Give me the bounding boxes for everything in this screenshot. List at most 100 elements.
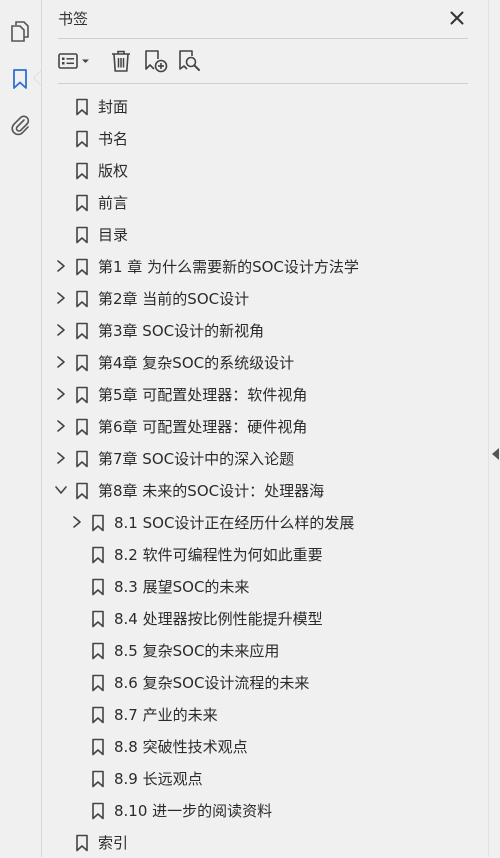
bookmark-label: 版权 bbox=[98, 162, 129, 180]
bookmark-icon bbox=[91, 802, 105, 820]
attachment-icon[interactable] bbox=[7, 111, 33, 137]
bookmark-label: 8.10 进一步的阅读资料 bbox=[114, 802, 273, 820]
bookmark-item[interactable]: 8.4 处理器按比例性能提升模型 bbox=[42, 602, 488, 634]
bookmark-icon[interactable] bbox=[7, 66, 33, 92]
bookmark-item[interactable]: 8.1 SOC设计正在经历什么样的发展 bbox=[42, 506, 488, 538]
bookmark-label: 书名 bbox=[98, 130, 129, 148]
find-bookmark-button[interactable] bbox=[176, 46, 204, 76]
bookmark-item[interactable]: 索引 bbox=[42, 826, 488, 858]
bookmark-icon bbox=[75, 258, 89, 276]
bookmark-item[interactable]: 第1 章 为什么需要新的SOC设计方法学 bbox=[42, 250, 488, 282]
bookmark-label: 第5章 可配置处理器：软件视角 bbox=[98, 386, 308, 404]
new-bookmark-button[interactable] bbox=[142, 46, 170, 76]
chevron-right-icon[interactable] bbox=[54, 419, 68, 433]
bookmark-icon bbox=[75, 162, 89, 180]
active-panel-pointer bbox=[33, 70, 41, 86]
bookmark-label: 索引 bbox=[98, 834, 129, 852]
chevron-right-icon[interactable] bbox=[54, 387, 68, 401]
bookmark-icon bbox=[75, 386, 89, 404]
bookmark-label: 第3章 SOC设计的新视角 bbox=[98, 322, 265, 340]
bookmark-item[interactable]: 8.3 展望SOC的未来 bbox=[42, 570, 488, 602]
bookmark-label: 第8章 未来的SOC设计：处理器海 bbox=[98, 482, 325, 500]
bookmark-item[interactable]: 版权 bbox=[42, 154, 488, 186]
delete-bookmark-button[interactable] bbox=[108, 46, 134, 76]
collapse-panel-handle[interactable] bbox=[492, 448, 499, 460]
bookmark-label: 第7章 SOC设计中的深入论题 bbox=[98, 450, 295, 468]
bookmark-icon bbox=[75, 194, 89, 212]
bookmark-item[interactable]: 封面 bbox=[42, 90, 488, 122]
chevron-right-icon[interactable] bbox=[54, 355, 68, 369]
bookmark-label: 前言 bbox=[98, 194, 129, 212]
bookmark-label: 第4章 复杂SOC的系统级设计 bbox=[98, 354, 295, 372]
bookmark-item[interactable]: 第2章 当前的SOC设计 bbox=[42, 282, 488, 314]
bookmark-icon bbox=[75, 226, 89, 244]
bookmark-item[interactable]: 8.8 突破性技术观点 bbox=[42, 730, 488, 762]
chevron-right-icon[interactable] bbox=[70, 515, 84, 529]
bookmark-icon bbox=[75, 354, 89, 372]
bookmark-label: 8.4 处理器按比例性能提升模型 bbox=[114, 610, 323, 628]
pages-icon[interactable] bbox=[7, 18, 33, 44]
bookmark-icon bbox=[91, 738, 105, 756]
bookmark-icon bbox=[91, 770, 105, 788]
bookmark-icon bbox=[91, 674, 105, 692]
close-icon bbox=[450, 11, 464, 25]
bookmark-icon bbox=[75, 290, 89, 308]
bookmark-tree: 封面书名版权前言目录第1 章 为什么需要新的SOC设计方法学 第2章 当前的SOC… bbox=[42, 90, 488, 858]
panel-header: 书签 bbox=[42, 0, 488, 38]
chevron-right-icon[interactable] bbox=[54, 451, 68, 465]
bookmark-icon bbox=[91, 706, 105, 724]
bookmark-icon bbox=[75, 834, 89, 852]
bookmark-label: 8.6 复杂SOC设计流程的未来 bbox=[114, 674, 310, 692]
bookmark-icon bbox=[91, 642, 105, 660]
bookmark-item[interactable]: 8.5 复杂SOC的未来应用 bbox=[42, 634, 488, 666]
chevron-right-icon[interactable] bbox=[54, 291, 68, 305]
bookmark-icon bbox=[75, 418, 89, 436]
options-menu-icon bbox=[58, 53, 89, 69]
bookmark-item[interactable]: 8.6 复杂SOC设计流程的未来 bbox=[42, 666, 488, 698]
bookmark-label: 封面 bbox=[98, 98, 129, 116]
bookmark-item[interactable]: 目录 bbox=[42, 218, 488, 250]
new-bookmark-icon bbox=[145, 50, 168, 73]
bookmark-item[interactable]: 第8章 未来的SOC设计：处理器海 bbox=[42, 474, 488, 506]
bookmark-icon bbox=[91, 546, 105, 564]
bookmark-icon bbox=[91, 578, 105, 596]
panel-title: 书签 bbox=[58, 10, 89, 28]
bookmark-label: 目录 bbox=[98, 226, 129, 244]
bookmark-icon bbox=[75, 98, 89, 116]
options-menu-button[interactable] bbox=[56, 46, 94, 76]
chevron-right-icon[interactable] bbox=[54, 323, 68, 337]
bookmark-item[interactable]: 8.9 长远观点 bbox=[42, 762, 488, 794]
bookmark-item[interactable]: 第7章 SOC设计中的深入论题 bbox=[42, 442, 488, 474]
bookmark-icon bbox=[91, 610, 105, 628]
bookmark-icon bbox=[75, 482, 89, 500]
bookmark-item[interactable]: 8.2 软件可编程性为何如此重要 bbox=[42, 538, 488, 570]
bookmark-icon bbox=[75, 450, 89, 468]
bookmark-label: 第1 章 为什么需要新的SOC设计方法学 bbox=[98, 258, 359, 276]
navigation-rail bbox=[0, 0, 42, 857]
panel-edge bbox=[488, 0, 500, 857]
bookmark-label: 8.7 产业的未来 bbox=[114, 706, 218, 724]
header-divider bbox=[58, 38, 468, 39]
bookmark-search-icon bbox=[179, 50, 200, 71]
bookmark-label: 第2章 当前的SOC设计 bbox=[98, 290, 250, 308]
close-panel-button[interactable] bbox=[446, 7, 468, 29]
bookmark-label: 8.9 长远观点 bbox=[114, 770, 203, 788]
bookmark-item[interactable]: 8.7 产业的未来 bbox=[42, 698, 488, 730]
bookmark-item[interactable]: 书名 bbox=[42, 122, 488, 154]
delete-icon bbox=[112, 50, 130, 72]
toolbar-divider bbox=[58, 83, 468, 84]
bookmark-item[interactable]: 第4章 复杂SOC的系统级设计 bbox=[42, 346, 488, 378]
bookmark-icon bbox=[91, 514, 105, 532]
bookmark-item[interactable]: 第6章 可配置处理器：硬件视角 bbox=[42, 410, 488, 442]
chevron-right-icon[interactable] bbox=[54, 259, 68, 273]
bookmark-item[interactable]: 第5章 可配置处理器：软件视角 bbox=[42, 378, 488, 410]
bookmark-item[interactable]: 前言 bbox=[42, 186, 488, 218]
bookmark-item[interactable]: 第3章 SOC设计的新视角 bbox=[42, 314, 488, 346]
bookmark-icon bbox=[75, 322, 89, 340]
chevron-down-icon[interactable] bbox=[54, 483, 68, 497]
bookmark-item[interactable]: 8.10 进一步的阅读资料 bbox=[42, 794, 488, 826]
bookmark-label: 8.8 突破性技术观点 bbox=[114, 738, 248, 756]
bookmark-icon bbox=[75, 130, 89, 148]
bookmark-label: 8.3 展望SOC的未来 bbox=[114, 578, 250, 596]
bookmarks-panel: 书签 封面 书名 版权 前言 目录 第1 章 为什么需要新的SOC设计方法学 第… bbox=[42, 0, 488, 857]
